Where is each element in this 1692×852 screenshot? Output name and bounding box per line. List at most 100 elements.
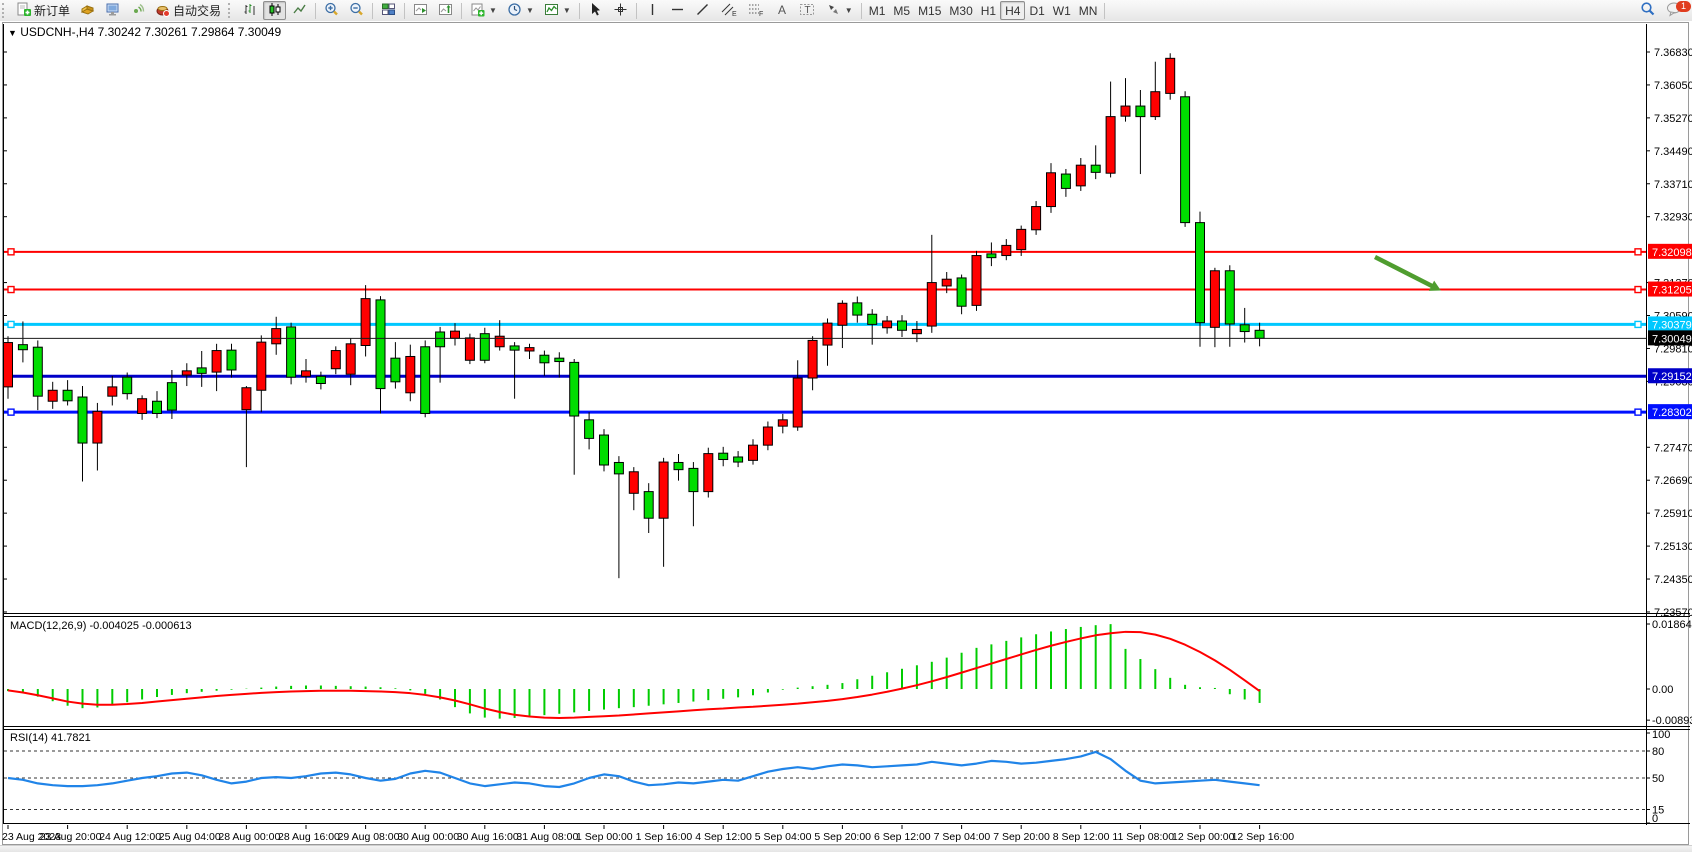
line-handle[interactable] — [1635, 321, 1641, 327]
cursor-tool-button[interactable] — [584, 1, 607, 20]
auto-trading-button[interactable]: 自动交易 — [151, 1, 225, 20]
timeframe-m30-button[interactable]: M30 — [945, 4, 976, 18]
time-axis-label: 30 Aug 16:00 — [457, 831, 519, 843]
current-price-badge-text: 7.30049 — [1652, 333, 1692, 345]
candle-body — [883, 321, 892, 328]
auto-scroll-button[interactable] — [409, 1, 432, 20]
zoom-in-button[interactable] — [320, 1, 343, 20]
timeframe-d1-button[interactable]: D1 — [1025, 4, 1048, 18]
candle-body — [1210, 271, 1219, 328]
macd-axis-label: 0.018641 — [1652, 619, 1692, 631]
collapse-arrow-icon[interactable]: ▼ — [8, 28, 17, 38]
arrows-tool-button[interactable]: ▼ — [822, 1, 857, 20]
candle-body — [1136, 106, 1145, 117]
svg-text:T: T — [804, 5, 810, 16]
candle-body — [331, 351, 340, 369]
candle-body — [823, 323, 832, 345]
candle-body — [644, 492, 653, 519]
crosshair-tool-button[interactable] — [609, 1, 632, 20]
market-watch-button[interactable] — [76, 1, 99, 20]
line-handle[interactable] — [8, 321, 14, 327]
line-handle[interactable] — [1635, 249, 1641, 255]
text-label-tool-button[interactable]: T — [795, 1, 820, 20]
timeframe-m1-button[interactable]: M1 — [865, 4, 890, 18]
chart-shift-icon — [438, 2, 453, 20]
line-handle[interactable] — [1635, 287, 1641, 293]
candlestick-chart[interactable]: 7.368307.360507.352707.344907.337107.329… — [0, 21, 1692, 845]
candle-body — [33, 347, 42, 396]
candle-body — [287, 327, 296, 377]
candle-chart-type-button[interactable] — [263, 1, 286, 20]
price-axis-label: 7.25130 — [1654, 541, 1692, 553]
search-button[interactable] — [1636, 1, 1660, 20]
line-handle[interactable] — [8, 287, 14, 293]
vertical-line-tool-button[interactable] — [641, 1, 664, 20]
periods-button[interactable]: ▼ — [503, 1, 538, 20]
candle-body — [480, 334, 489, 361]
chart-area[interactable]: 7.368307.360507.352707.344907.337107.329… — [0, 21, 1692, 845]
bar-chart-type-button[interactable] — [238, 1, 261, 20]
horizontal-line-icon — [670, 2, 685, 20]
toolbar-grip — [2, 3, 9, 18]
line-handle[interactable] — [8, 409, 14, 415]
candle-body — [1076, 165, 1085, 186]
candle-body — [1017, 229, 1026, 249]
candle-body — [972, 256, 981, 306]
cursor-icon — [588, 2, 603, 20]
trendline-tool-button[interactable] — [691, 1, 714, 20]
rsi-indicator-label: RSI(14) 41.7821 — [10, 732, 91, 744]
timeframe-m15-button[interactable]: M15 — [914, 4, 945, 18]
clock-icon — [507, 2, 522, 20]
text-tool-button[interactable]: A — [770, 1, 793, 20]
time-axis-label: 12 Sep 00:00 — [1172, 831, 1235, 843]
candle-body — [316, 376, 325, 383]
line-chart-type-button[interactable] — [288, 1, 311, 20]
zoom-in-icon — [324, 2, 339, 20]
new-chart-button[interactable]: ▼ — [466, 1, 501, 20]
candle-body — [138, 399, 147, 414]
chart-shift-button[interactable] — [434, 1, 457, 20]
indicators-button[interactable]: ▼ — [540, 1, 575, 20]
chevron-down-icon: ▼ — [526, 6, 534, 15]
zoom-out-button[interactable] — [345, 1, 368, 20]
time-axis-label: 12 Sep 16:00 — [1232, 831, 1295, 843]
price-axis-label: 7.36830 — [1654, 47, 1692, 59]
timeframe-m5-button[interactable]: M5 — [889, 4, 914, 18]
chart-symbol-period: USDCNH-,H4 — [20, 25, 94, 39]
line-handle[interactable] — [8, 249, 14, 255]
price-axis-label: 7.34490 — [1654, 146, 1692, 158]
price-line-badge-text: 7.30379 — [1652, 319, 1692, 331]
new-order-button[interactable]: 新订单 — [12, 1, 74, 20]
new-chart-icon — [470, 2, 485, 20]
candle-body — [898, 321, 907, 330]
price-axis-label: 7.35270 — [1654, 113, 1692, 125]
candle-body — [108, 387, 117, 396]
timeframe-w1-button[interactable]: W1 — [1049, 4, 1075, 18]
trendline-icon — [695, 2, 710, 20]
candle-body — [4, 343, 13, 387]
svg-text:E: E — [732, 11, 737, 17]
signal-icon — [130, 2, 145, 20]
line-handle[interactable] — [1635, 409, 1641, 415]
timeframe-h1-button[interactable]: H1 — [977, 4, 1000, 18]
candle-body — [525, 348, 534, 351]
horizontal-line-tool-button[interactable] — [666, 1, 689, 20]
status-bar — [0, 845, 1692, 852]
candle-body — [793, 378, 802, 427]
toolbar-grip — [228, 3, 235, 18]
equidistant-channel-tool-button[interactable]: E — [716, 1, 741, 20]
time-axis-label: 30 Aug 00:00 — [397, 831, 459, 843]
candle-body — [778, 420, 787, 426]
candle-body — [912, 329, 921, 333]
signals-button[interactable] — [126, 1, 149, 20]
tile-windows-button[interactable] — [377, 1, 400, 20]
timeframe-h4-button[interactable]: H4 — [1000, 1, 1025, 20]
computer-icon — [105, 2, 120, 20]
terminal-button[interactable] — [101, 1, 124, 20]
notifications-button[interactable]: 1 — [1662, 1, 1687, 20]
timeframe-mn-button[interactable]: MN — [1075, 4, 1102, 18]
time-axis-label: 29 Aug 08:00 — [338, 831, 400, 843]
chevron-down-icon: ▼ — [563, 6, 571, 15]
fibonacci-tool-button[interactable]: F — [743, 1, 768, 20]
time-axis-label: 24 Aug 12:00 — [99, 831, 161, 843]
